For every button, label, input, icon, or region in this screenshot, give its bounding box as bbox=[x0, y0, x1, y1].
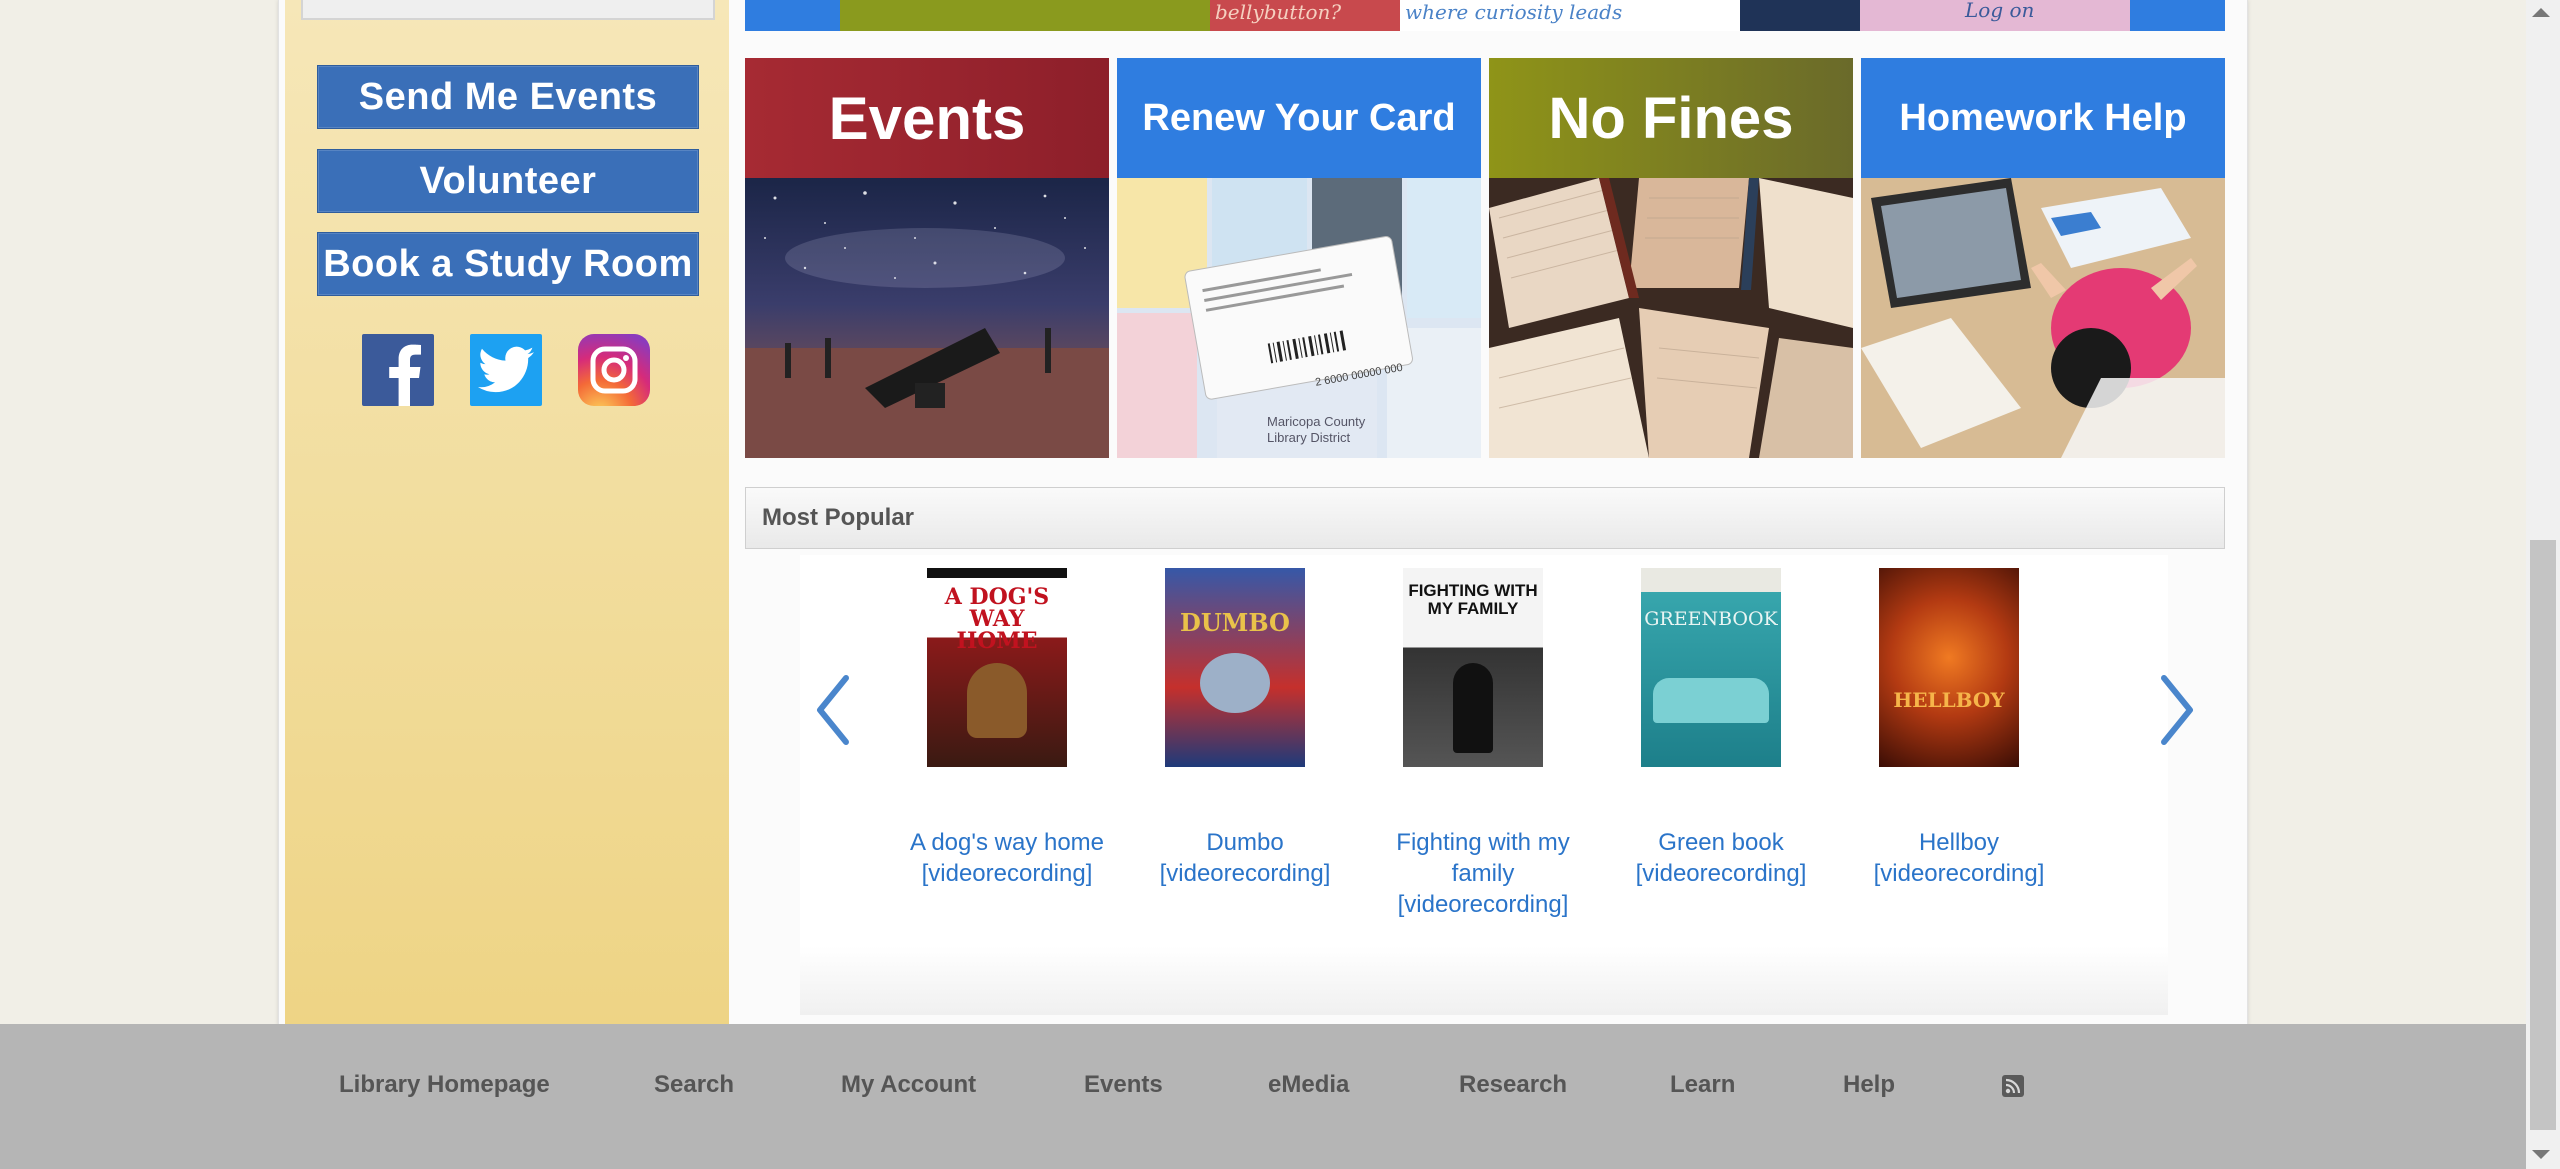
caption-line: [videorecording] bbox=[1159, 860, 1331, 887]
green-book-cover[interactable]: GREENBOOK bbox=[1641, 568, 1781, 767]
renew-card-tile[interactable]: Renew Your Card 2 6000 00000 000 Maricop… bbox=[1117, 58, 1481, 458]
no-fines-tile[interactable]: No Fines bbox=[1489, 58, 1853, 458]
most-popular-title: Most Popular bbox=[762, 504, 915, 531]
tile-title: Homework Help bbox=[1861, 58, 2225, 178]
caption-line: [videorecording] bbox=[1873, 860, 2045, 887]
student-laptop-image bbox=[1861, 178, 2225, 458]
footer-link-search[interactable]: Search bbox=[654, 1071, 734, 1099]
chevron-right-icon[interactable] bbox=[2150, 670, 2200, 750]
book-study-room-button[interactable]: Book a Study Room bbox=[317, 232, 699, 296]
banner-text: Log on bbox=[1965, 0, 2035, 22]
footer-link-research[interactable]: Research bbox=[1459, 1071, 1567, 1099]
send-me-events-button[interactable]: Send Me Events bbox=[317, 65, 699, 129]
caption-line: Hellboy bbox=[1918, 829, 2000, 856]
caption-line: A dog's way home bbox=[909, 829, 1105, 856]
scroll-down-arrow-icon[interactable] bbox=[2532, 1150, 2550, 1159]
cover-title: DUMBO bbox=[1180, 608, 1290, 637]
scrollbar-thumb[interactable] bbox=[2530, 540, 2556, 1130]
card-district-line2: Library District bbox=[1267, 430, 1350, 445]
instagram-icon[interactable] bbox=[578, 334, 650, 406]
cover-title: A DOG'S WAY HOME bbox=[944, 584, 1050, 654]
caption-line: Green book bbox=[1658, 829, 1784, 856]
banner-text: bellybutton? bbox=[1215, 0, 1342, 24]
footer-link-events[interactable]: Events bbox=[1084, 1071, 1163, 1099]
volunteer-button[interactable]: Volunteer bbox=[317, 149, 699, 213]
hellboy-cover[interactable]: HELLBOY bbox=[1879, 568, 2019, 767]
tile-title: No Fines bbox=[1489, 58, 1853, 178]
footer-link-library-homepage[interactable]: Library Homepage bbox=[339, 1071, 550, 1099]
sidebar-search-field[interactable] bbox=[301, 0, 715, 20]
tile-title: Renew Your Card bbox=[1117, 58, 1481, 178]
dogs-way-home-cover[interactable]: A DOG'S WAY HOME bbox=[927, 568, 1067, 767]
homework-help-tile[interactable]: Homework Help bbox=[1861, 58, 2225, 458]
footer-link-emedia[interactable]: eMedia bbox=[1268, 1071, 1349, 1099]
caption-line: [videorecording] bbox=[1397, 891, 1569, 918]
chevron-left-icon[interactable] bbox=[810, 670, 860, 750]
hero-banner[interactable]: bellybutton? where curiosity leads Log o… bbox=[745, 0, 2225, 31]
caption-line: Dumbo bbox=[1206, 829, 1284, 856]
caption-line: family bbox=[1451, 860, 1515, 887]
dumbo-cover[interactable]: DUMBO bbox=[1165, 568, 1305, 767]
popular-item-link[interactable]: Green book [videorecording] bbox=[1611, 827, 1831, 889]
tile-title: Events bbox=[745, 58, 1109, 178]
cover-title: HELLBOY bbox=[1893, 688, 2005, 712]
books-image bbox=[1489, 178, 1853, 458]
popular-item-link[interactable]: A dog's way home [videorecording] bbox=[897, 827, 1117, 889]
cover-title: GREENBOOK bbox=[1644, 608, 1778, 630]
most-popular-header: Most Popular bbox=[745, 487, 2225, 549]
caption-line: Fighting with my bbox=[1396, 829, 1570, 856]
footer-link-learn[interactable]: Learn bbox=[1670, 1071, 1735, 1099]
footer-link-help[interactable]: Help bbox=[1843, 1071, 1895, 1099]
popular-item-link[interactable]: Hellboy [videorecording] bbox=[1849, 827, 2069, 889]
popular-item-link[interactable]: Dumbo [videorecording] bbox=[1135, 827, 1355, 889]
caption-line: [videorecording] bbox=[921, 860, 1093, 887]
fighting-with-my-family-cover[interactable]: FIGHTING WITH MY FAMILY bbox=[1403, 568, 1543, 767]
library-cards-image: 2 6000 00000 000 Maricopa County Library… bbox=[1117, 178, 1481, 458]
scroll-up-arrow-icon[interactable] bbox=[2532, 8, 2550, 17]
cover-title: FIGHTING WITH MY FAMILY bbox=[1408, 581, 1538, 618]
telescope-night-image bbox=[745, 178, 1109, 458]
card-district-line1: Maricopa County bbox=[1267, 414, 1366, 429]
banner-text: where curiosity leads bbox=[1405, 0, 1623, 24]
caption-line: [videorecording] bbox=[1635, 860, 1807, 887]
twitter-icon[interactable] bbox=[470, 334, 542, 406]
rss-icon[interactable] bbox=[2002, 1075, 2024, 1097]
events-tile[interactable]: Events bbox=[745, 58, 1109, 458]
footer-link-my-account[interactable]: My Account bbox=[841, 1071, 976, 1099]
popular-item-link[interactable]: Fighting with my family [videorecording] bbox=[1373, 827, 1593, 920]
facebook-icon[interactable] bbox=[362, 334, 434, 406]
